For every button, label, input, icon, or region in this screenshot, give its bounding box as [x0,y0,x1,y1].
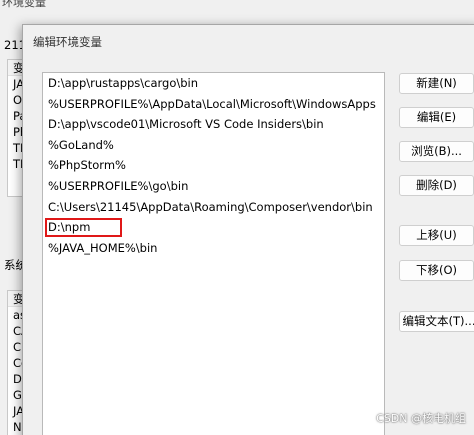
new-button[interactable]: 新建(N) [399,73,474,94]
edit-environment-variable-dialog: 编辑环境变量 D:\app\rustapps\cargo\bin %USERPR… [22,24,474,435]
path-entry[interactable]: %PhpStorm% [43,155,384,176]
path-entry[interactable]: %USERPROFILE%\AppData\Local\Microsoft\Wi… [43,94,384,115]
browse-button[interactable]: 浏览(B)... [399,141,474,162]
path-entry-selected[interactable]: D:\npm [43,217,384,238]
path-entry-text: D:\npm [45,218,123,238]
path-entry-text: %PhpStorm% [48,158,126,173]
path-entry[interactable]: D:\app\rustapps\cargo\bin [43,73,384,94]
path-entry-text: %USERPROFILE%\go\bin [48,178,189,193]
move-down-button[interactable]: 下移(O) [399,260,474,281]
path-entry[interactable]: %GoLand% [43,135,384,156]
watermark: CSDN @核电机组 [376,412,466,425]
path-entry-text: C:\Users\21145\AppData\Roaming\Composer\… [48,199,373,214]
path-entry-text: %JAVA_HOME%\bin [48,240,158,255]
path-entry[interactable]: C:\Users\21145\AppData\Roaming\Composer\… [43,197,384,218]
dialog-title: 编辑环境变量 [33,35,102,49]
path-entry[interactable]: %USERPROFILE%\go\bin [43,176,384,197]
window-title: 环境变量 [2,0,46,9]
edit-text-button[interactable]: 编辑文本(T)... [399,311,474,332]
path-entry-text: %USERPROFILE%\AppData\Local\Microsoft\Wi… [48,96,376,111]
edit-button[interactable]: 编辑(E) [399,107,474,128]
path-entries-list[interactable]: D:\app\rustapps\cargo\bin %USERPROFILE%\… [42,72,385,435]
path-entry-text: %GoLand% [48,137,114,152]
path-entry[interactable]: %JAVA_HOME%\bin [43,238,384,259]
path-entry-text: D:\app\rustapps\cargo\bin [48,76,199,90]
move-up-button[interactable]: 上移(U) [399,225,474,246]
delete-button[interactable]: 删除(D) [399,175,474,196]
path-entry[interactable]: D:\app\vscode01\Microsoft VS Code Inside… [43,114,384,135]
path-entry-text: D:\app\vscode01\Microsoft VS Code Inside… [48,117,324,132]
